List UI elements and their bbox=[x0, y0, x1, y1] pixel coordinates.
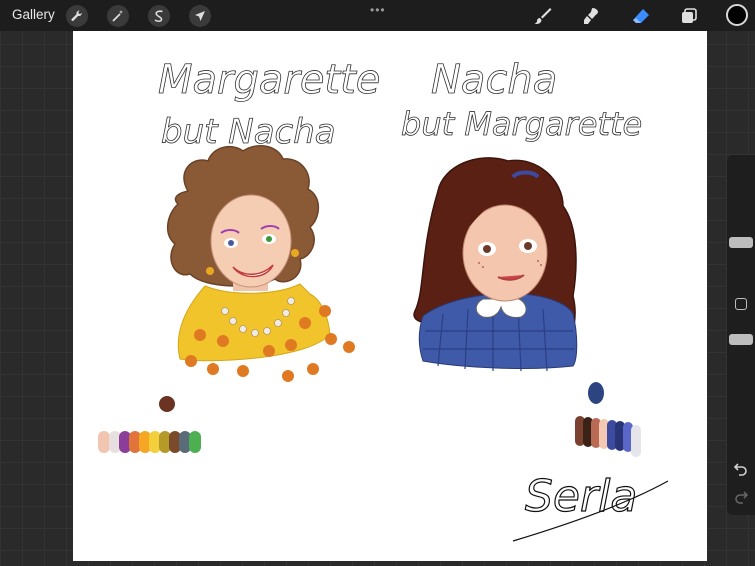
selection-icon[interactable] bbox=[148, 5, 170, 27]
transform-arrow-icon[interactable] bbox=[189, 5, 211, 27]
portrait-right bbox=[413, 157, 578, 372]
more-menu-dots[interactable]: ••• bbox=[370, 3, 386, 17]
undo-icon[interactable] bbox=[733, 461, 749, 477]
drawing-canvas[interactable]: Margarette but Nacha Nacha but Margarett… bbox=[73, 31, 707, 561]
signature: Serla bbox=[512, 470, 669, 542]
title-left-line2: but Nacha bbox=[161, 112, 336, 152]
title-left-line1: Margarette bbox=[158, 57, 380, 103]
gallery-button[interactable]: Gallery bbox=[12, 7, 55, 22]
smudge-icon[interactable] bbox=[580, 5, 602, 27]
layers-icon[interactable] bbox=[678, 5, 700, 27]
brush-size-slider[interactable] bbox=[729, 237, 753, 248]
palette-left bbox=[98, 431, 201, 453]
opacity-slider[interactable] bbox=[729, 334, 753, 345]
magic-wand-icon[interactable] bbox=[107, 5, 129, 27]
eraser-icon[interactable] bbox=[630, 5, 652, 27]
palette-left-extra-swatch bbox=[159, 396, 175, 412]
brush-icon[interactable] bbox=[532, 5, 554, 27]
palette-right bbox=[575, 416, 641, 457]
title-right-line1: Nacha bbox=[431, 57, 557, 103]
brush-sidebar bbox=[727, 155, 755, 515]
modify-button[interactable] bbox=[735, 298, 747, 310]
palette-right-extra-swatch bbox=[588, 382, 604, 404]
wrench-icon[interactable] bbox=[66, 5, 88, 27]
top-toolbar: Gallery ••• bbox=[0, 0, 755, 31]
svg-text:Serla: Serla bbox=[525, 471, 637, 522]
redo-icon[interactable] bbox=[733, 489, 749, 505]
title-right-line2: but Margarette bbox=[401, 105, 642, 143]
color-swatch[interactable] bbox=[726, 4, 748, 26]
portrait-left bbox=[167, 144, 355, 382]
